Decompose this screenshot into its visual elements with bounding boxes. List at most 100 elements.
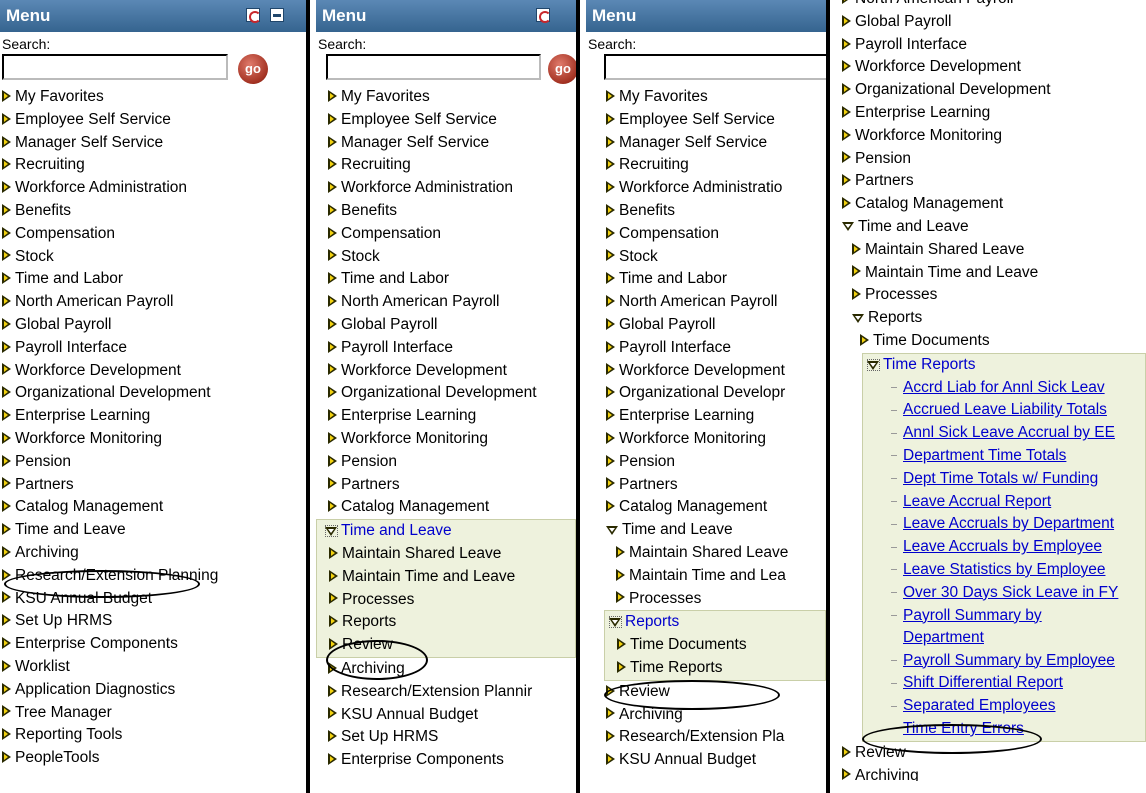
- menu-item-workforce-monitoring[interactable]: Workforce Monitoring: [604, 428, 826, 451]
- menu-item-maintain-shared-leave[interactable]: Maintain Shared Leave: [317, 543, 575, 566]
- report-link-separated-employees[interactable]: Separated Employees: [863, 695, 1145, 718]
- menu-item-reports[interactable]: Reports: [605, 611, 825, 634]
- menu-item-partners[interactable]: Partners: [604, 474, 826, 497]
- menu-item-time-and-labor[interactable]: Time and Labor: [604, 268, 826, 291]
- menu-item-tree-manager[interactable]: Tree Manager: [0, 702, 306, 725]
- menu-item-enterprise-learning[interactable]: Enterprise Learning: [326, 405, 576, 428]
- menu-item-workforce-development[interactable]: Workforce Development: [0, 360, 306, 383]
- menu-item-north-american-payroll[interactable]: North American Payroll: [326, 291, 576, 314]
- menu-item-employee-self-service[interactable]: Employee Self Service: [0, 109, 306, 132]
- report-link-shift-differential-report[interactable]: Shift Differential Report: [863, 672, 1145, 695]
- menu-item-archiving[interactable]: Archiving: [604, 704, 826, 727]
- menu-item-processes[interactable]: Processes: [840, 284, 1146, 307]
- menu-item-catalog-management[interactable]: Catalog Management: [326, 496, 576, 519]
- menu-item-payroll-interface[interactable]: Payroll Interface: [0, 337, 306, 360]
- menu-item-time-and-labor[interactable]: Time and Labor: [0, 268, 306, 291]
- menu-item-enterprise-learning[interactable]: Enterprise Learning: [840, 102, 1146, 125]
- menu-item-workforce-administration[interactable]: Workforce Administration: [0, 177, 306, 200]
- report-link-leave-accrual-report[interactable]: Leave Accrual Report: [863, 491, 1145, 514]
- menu-item-maintain-time-and-lea[interactable]: Maintain Time and Lea: [604, 565, 826, 588]
- menu-item-archiving[interactable]: Archiving: [840, 765, 1146, 781]
- menu-item-set-up-hrms[interactable]: Set Up HRMS: [0, 610, 306, 633]
- menu-item-employee-self-service[interactable]: Employee Self Service: [604, 109, 826, 132]
- report-link-accrued-leave-liability-totals[interactable]: Accrued Leave Liability Totals: [863, 399, 1145, 422]
- menu-item-catalog-management[interactable]: Catalog Management: [840, 193, 1146, 216]
- refresh-icon[interactable]: [536, 8, 551, 23]
- menu-item-enterprise-learning[interactable]: Enterprise Learning: [0, 405, 306, 428]
- menu-item-my-favorites[interactable]: My Favorites: [326, 86, 576, 109]
- menu-item-recruiting[interactable]: Recruiting: [0, 154, 306, 177]
- menu-item-time-and-leave[interactable]: Time and Leave: [317, 520, 575, 543]
- menu-item-maintain-shared-leave[interactable]: Maintain Shared Leave: [840, 239, 1146, 262]
- menu-item-global-payroll[interactable]: Global Payroll: [326, 314, 576, 337]
- menu-item-employee-self-service[interactable]: Employee Self Service: [326, 109, 576, 132]
- menu-item-maintain-time-and-leave[interactable]: Maintain Time and Leave: [840, 262, 1146, 285]
- menu-item-research-extension-pla[interactable]: Research/Extension Pla: [604, 726, 826, 749]
- menu-item-research-extension-plannir[interactable]: Research/Extension Plannir: [326, 681, 576, 704]
- menu-item-set-up-hrms[interactable]: Set Up HRMS: [326, 726, 576, 749]
- menu-item-reporting-tools[interactable]: Reporting Tools: [0, 724, 306, 747]
- menu-item-organizational-developr[interactable]: Organizational Developr: [604, 382, 826, 405]
- menu-item-review[interactable]: Review: [840, 742, 1146, 765]
- menu-item-workforce-administratio[interactable]: Workforce Administratio: [604, 177, 826, 200]
- menu-item-archiving[interactable]: Archiving: [0, 542, 306, 565]
- report-link-annl-sick-leave-accrual-by-ee[interactable]: Annl Sick Leave Accrual by EE: [863, 422, 1145, 445]
- menu-item-workforce-monitoring[interactable]: Workforce Monitoring: [0, 428, 306, 451]
- menu-item-organizational-development[interactable]: Organizational Development: [840, 79, 1146, 102]
- menu-item-my-favorites[interactable]: My Favorites: [604, 86, 826, 109]
- menu-item-processes[interactable]: Processes: [317, 589, 575, 612]
- menu-item-review[interactable]: Review: [604, 681, 826, 704]
- menu-item-review[interactable]: Review: [317, 634, 575, 657]
- menu-item-recruiting[interactable]: Recruiting: [326, 154, 576, 177]
- menu-item-partners[interactable]: Partners: [840, 170, 1146, 193]
- search-input[interactable]: [2, 54, 228, 80]
- menu-item-stock[interactable]: Stock: [604, 246, 826, 269]
- menu-item-workforce-development[interactable]: Workforce Development: [604, 360, 826, 383]
- search-input[interactable]: [326, 54, 541, 80]
- menu-item-workforce-administration[interactable]: Workforce Administration: [326, 177, 576, 200]
- report-link-time-entry-errors[interactable]: Time Entry Errors: [863, 718, 1145, 741]
- menu-item-workforce-development[interactable]: Workforce Development: [326, 360, 576, 383]
- menu-item-ksu-annual-budget[interactable]: KSU Annual Budget: [604, 749, 826, 772]
- menu-item-enterprise-components[interactable]: Enterprise Components: [0, 633, 306, 656]
- menu-item-recruiting[interactable]: Recruiting: [604, 154, 826, 177]
- menu-item-north-american-payroll[interactable]: North American Payroll: [0, 291, 306, 314]
- menu-item-time-reports[interactable]: Time Reports: [605, 657, 825, 680]
- menu-item-pension[interactable]: Pension: [326, 451, 576, 474]
- menu-item-north-american-payroll[interactable]: North American Payroll: [604, 291, 826, 314]
- menu-item-time-and-leave[interactable]: Time and Leave: [840, 216, 1146, 239]
- refresh-icon[interactable]: [246, 8, 261, 23]
- menu-item-maintain-shared-leave[interactable]: Maintain Shared Leave: [604, 542, 826, 565]
- report-link-over-30-days-sick-leave-in-fy[interactable]: Over 30 Days Sick Leave in FY: [863, 582, 1145, 605]
- menu-item-time-and-labor[interactable]: Time and Labor: [326, 268, 576, 291]
- menu-item-partners[interactable]: Partners: [0, 474, 306, 497]
- menu-item-payroll-interface[interactable]: Payroll Interface: [604, 337, 826, 360]
- menu-item-pension[interactable]: Pension: [604, 451, 826, 474]
- menu-item-pension[interactable]: Pension: [840, 148, 1146, 171]
- menu-item-reports[interactable]: Reports: [850, 307, 1146, 330]
- menu-item-processes[interactable]: Processes: [604, 588, 826, 611]
- report-link-leave-statistics-by-employee[interactable]: Leave Statistics by Employee: [863, 559, 1145, 582]
- menu-item-manager-self-service[interactable]: Manager Self Service: [0, 132, 306, 155]
- report-link-department-time-totals[interactable]: Department Time Totals: [863, 445, 1145, 468]
- menu-item-peopletools[interactable]: PeopleTools: [0, 747, 306, 770]
- report-link-payroll-summary-by-employee[interactable]: Payroll Summary by Employee: [863, 650, 1145, 673]
- menu-item-pension[interactable]: Pension: [0, 451, 306, 474]
- menu-item-research-extension-planning[interactable]: Research/Extension Planning: [0, 565, 306, 588]
- go-button[interactable]: go: [238, 54, 268, 84]
- menu-item-workforce-monitoring[interactable]: Workforce Monitoring: [840, 125, 1146, 148]
- menu-item-workforce-development[interactable]: Workforce Development: [840, 56, 1146, 79]
- menu-item-worklist[interactable]: Worklist: [0, 656, 306, 679]
- minimize-icon[interactable]: [270, 8, 284, 22]
- menu-item-workforce-monitoring[interactable]: Workforce Monitoring: [326, 428, 576, 451]
- menu-item-stock[interactable]: Stock: [326, 246, 576, 269]
- menu-item-manager-self-service[interactable]: Manager Self Service: [326, 132, 576, 155]
- menu-item-enterprise-learning[interactable]: Enterprise Learning: [604, 405, 826, 428]
- report-link-leave-accruals-by-employee[interactable]: Leave Accruals by Employee: [863, 536, 1145, 559]
- menu-item-benefits[interactable]: Benefits: [604, 200, 826, 223]
- menu-item-organizational-development[interactable]: Organizational Development: [0, 382, 306, 405]
- menu-item-compensation[interactable]: Compensation: [0, 223, 306, 246]
- menu-item-global-payroll[interactable]: Global Payroll: [840, 11, 1146, 34]
- menu-item-global-payroll[interactable]: Global Payroll: [604, 314, 826, 337]
- menu-item-payroll-interface[interactable]: Payroll Interface: [326, 337, 576, 360]
